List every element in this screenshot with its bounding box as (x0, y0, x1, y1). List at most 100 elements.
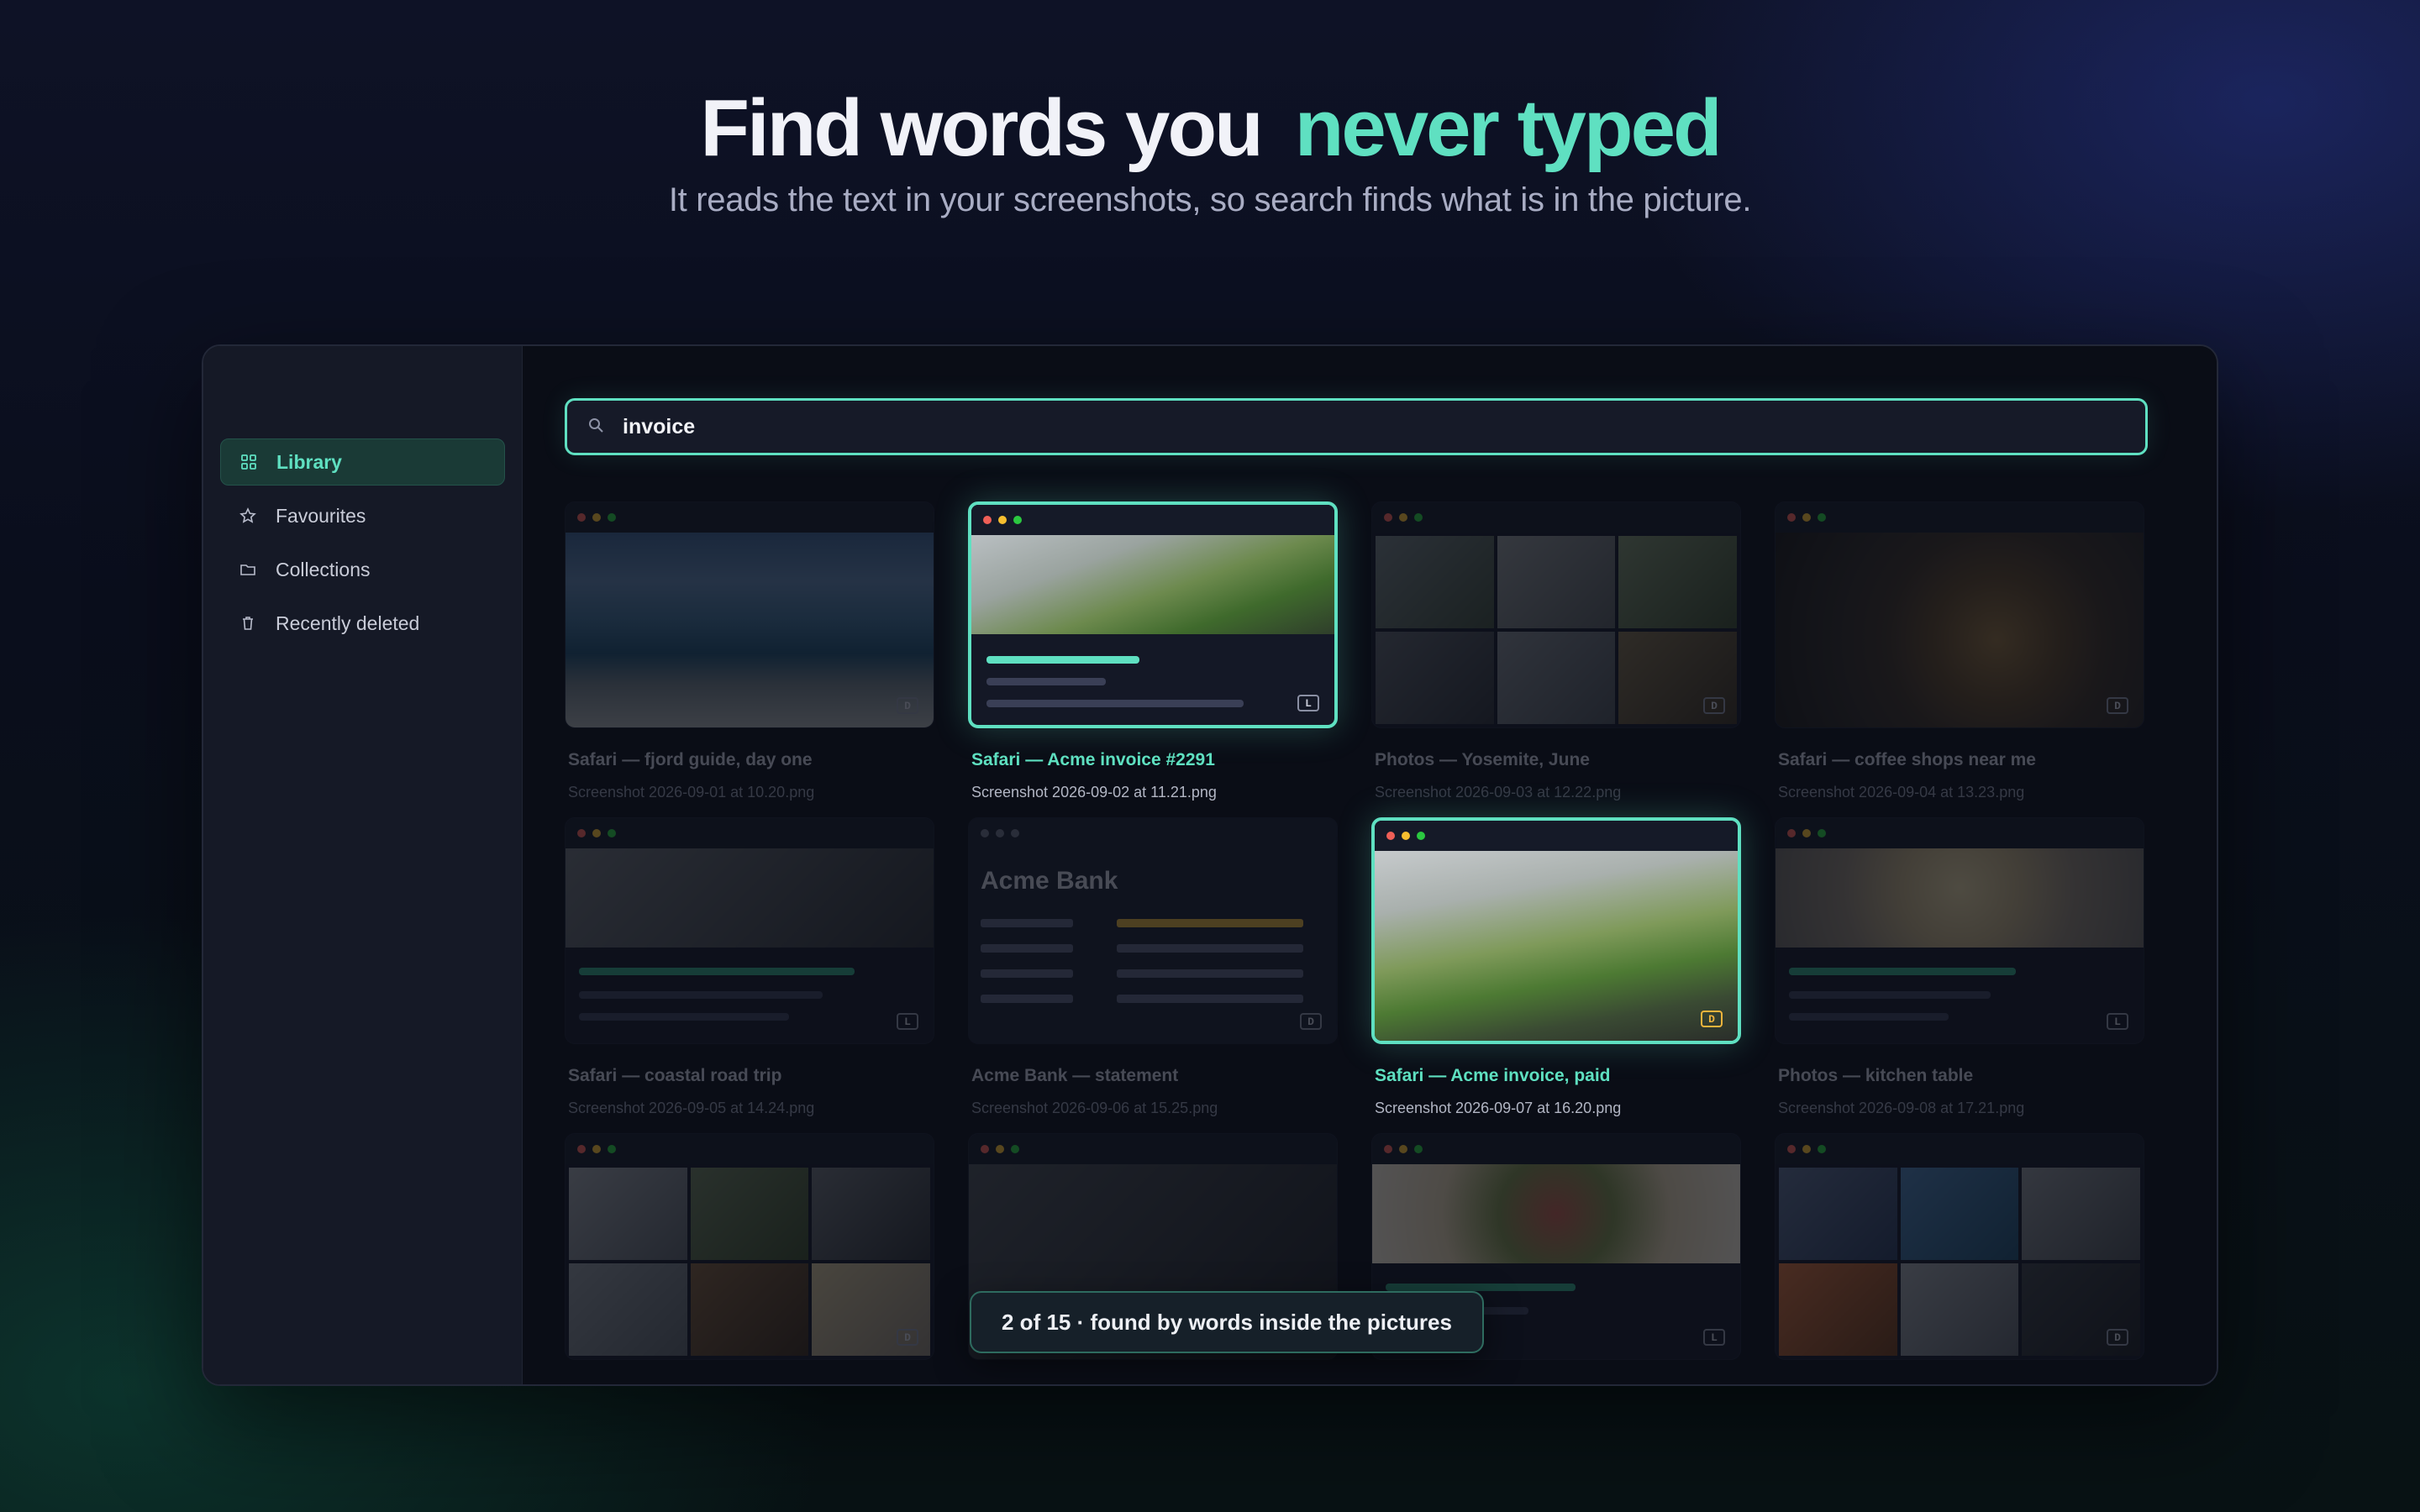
sidebar-item-recently-deleted[interactable]: Recently deleted (220, 600, 505, 647)
card-thumbnail: D (1775, 1133, 2144, 1360)
sidebar-item-label: Collections (276, 558, 371, 580)
light-mode-badge: L (1703, 1329, 1725, 1346)
dark-mode-badge: D (1703, 697, 1725, 714)
screenshot-card[interactable]: Acme Bank D Acme Bank — statement Screen… (968, 817, 1338, 1117)
kitchen-photo (1776, 848, 2144, 948)
window-traffic-lights (1375, 821, 1738, 851)
card-filename: Screenshot 2026-09-03 at 12.22.png (1375, 784, 1622, 801)
sidebar-item-library[interactable]: Library (220, 438, 505, 486)
photo-collage (1372, 533, 1740, 727)
keyboard-photo (566, 848, 934, 948)
window-traffic-lights (969, 1134, 1337, 1164)
screenshot-card[interactable]: D Photos — Yosemite, June Screenshot 202… (1371, 501, 1741, 801)
app-window: Library Favourites Collections Recently … (202, 344, 2218, 1386)
sidebar: Library Favourites Collections Recently … (203, 346, 523, 1384)
window-traffic-lights (1776, 1134, 2144, 1164)
screenshot-card-match[interactable]: D Safari — Acme invoice, paid Screenshot… (1371, 817, 1741, 1117)
photo-collage (566, 1164, 934, 1359)
hero-subtitle: It reads the text in your screenshots, s… (668, 181, 1752, 218)
landscape-photo (971, 535, 1334, 634)
landscape-photo (1375, 851, 1738, 1041)
window-traffic-lights (1372, 502, 1740, 533)
dark-mode-badge: D (2107, 1329, 2128, 1346)
screenshot-card[interactable]: D (1775, 1133, 2144, 1360)
card-thumbnail: Acme Bank D (968, 817, 1338, 1044)
card-thumbnail: D (565, 1133, 934, 1360)
card-filename: Screenshot 2026-09-04 at 13.23.png (1778, 784, 2025, 801)
text-line (981, 995, 1073, 1003)
card-thumbnail: L (1775, 817, 2144, 1044)
window-traffic-lights (566, 502, 934, 533)
sidebar-item-collections[interactable]: Collections (220, 546, 505, 593)
window-traffic-lights (566, 818, 934, 848)
text-line (1117, 969, 1303, 978)
search-bar[interactable] (565, 398, 2148, 455)
card-filename: Screenshot 2026-09-05 at 14.24.png (568, 1100, 815, 1116)
text-line (1789, 968, 2016, 975)
text-line (1789, 991, 1991, 999)
highlight-line (1117, 919, 1303, 927)
sidebar-item-label: Library (276, 450, 342, 473)
star-icon (239, 507, 257, 525)
screenshot-card[interactable]: D (565, 1133, 934, 1360)
sidebar-item-label: Recently deleted (276, 612, 420, 634)
hero-title-main: Find words you (700, 83, 1263, 173)
window-traffic-lights (1372, 1134, 1740, 1164)
light-mode-badge: L (897, 1013, 918, 1030)
grid-icon (239, 453, 258, 471)
card-title: Photos — Yosemite, June (1375, 750, 1590, 769)
card-filename: Screenshot 2026-09-02 at 11.21.png (971, 784, 1217, 801)
screenshot-card-match[interactable]: L Safari — Acme invoice #2291 Screenshot… (968, 501, 1338, 801)
text-line (986, 700, 1244, 707)
search-icon (587, 417, 623, 438)
card-title: Safari — Acme invoice, paid (1375, 1066, 1611, 1085)
card-thumbnail: D (1775, 501, 2144, 728)
window-traffic-lights (566, 1134, 934, 1164)
folder-icon (239, 560, 257, 579)
text-line (986, 656, 1139, 664)
hero: Find words you never typed It reads the t… (0, 84, 2420, 219)
window-traffic-lights (1776, 818, 2144, 848)
card-title: Safari — fjord guide, day one (568, 750, 813, 769)
text-line (579, 991, 823, 999)
results-status-toast: 2 of 15 · found by words inside the pict… (970, 1291, 1484, 1353)
dark-mode-badge: D (897, 1329, 918, 1346)
screenshot-card[interactable]: L Safari — coastal road trip Screenshot … (565, 817, 934, 1117)
main-content: D Safari — fjord guide, day one Screensh… (523, 346, 2217, 1384)
sidebar-item-label: Favourites (276, 504, 366, 527)
card-title: Photos — kitchen table (1778, 1066, 1974, 1085)
text-line (981, 969, 1073, 978)
hero-title-accent: never typed (1294, 83, 1723, 173)
sidebar-item-favourites[interactable]: Favourites (220, 492, 505, 539)
text-line (579, 968, 855, 975)
light-mode-badge: L (2107, 1013, 2128, 1030)
card-thumbnail: D (565, 501, 934, 728)
text-line (1386, 1284, 1576, 1291)
window-traffic-lights (971, 505, 1334, 535)
card-filename: Screenshot 2026-09-06 at 15.25.png (971, 1100, 1218, 1116)
text-line (981, 944, 1073, 953)
dark-mode-badge: D (2107, 697, 2128, 714)
dark-mode-badge: D (897, 697, 918, 714)
text-line (579, 1013, 789, 1021)
text-line (1789, 1013, 1949, 1021)
dark-mode-badge: D (1300, 1013, 1322, 1030)
card-thumbnail: L (565, 817, 934, 1044)
screenshot-card[interactable]: L Photos — kitchen table Screenshot 2026… (1775, 817, 2144, 1117)
bank-heading: Acme Bank (981, 867, 1118, 895)
card-filename: Screenshot 2026-09-08 at 17.21.png (1778, 1100, 2025, 1116)
text-line (1117, 944, 1303, 953)
fjord-photo (566, 533, 934, 727)
trash-icon (239, 614, 257, 633)
card-title: Acme Bank — statement (971, 1066, 1179, 1085)
screenshot-card[interactable]: D Safari — fjord guide, day one Screensh… (565, 501, 934, 801)
food-photo (1372, 1164, 1740, 1263)
search-input[interactable] (623, 414, 2051, 439)
card-title: Safari — Acme invoice #2291 (971, 750, 1215, 769)
text-line (986, 678, 1106, 685)
card-thumbnail: D (1371, 817, 1741, 1044)
coffee-photo (1776, 533, 2144, 727)
screenshot-card[interactable]: D Safari — coffee shops near me Screensh… (1775, 501, 2144, 801)
light-mode-badge: L (1297, 695, 1319, 711)
text-line (981, 919, 1073, 927)
